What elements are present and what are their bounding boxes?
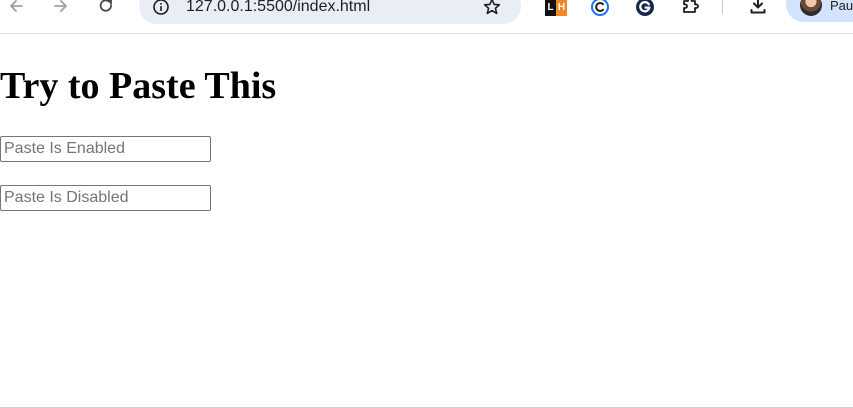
forward-arrow-icon[interactable] bbox=[50, 0, 72, 17]
page-content: Try to Paste This bbox=[0, 35, 853, 407]
avatar bbox=[800, 0, 822, 16]
paste-enabled-input[interactable] bbox=[0, 136, 211, 162]
c-extension-icon[interactable] bbox=[589, 0, 611, 18]
bookmark-star-icon[interactable] bbox=[481, 0, 503, 18]
lh-extension-icon[interactable]: L H bbox=[545, 0, 567, 16]
profile-name: Pau bbox=[830, 0, 853, 13]
reload-icon[interactable] bbox=[95, 0, 117, 17]
toolbar-divider bbox=[722, 0, 723, 14]
page-heading: Try to Paste This bbox=[0, 65, 277, 107]
paste-disabled-input[interactable] bbox=[0, 185, 211, 211]
download-icon[interactable] bbox=[747, 0, 769, 17]
lh-extension-letter-h: H bbox=[556, 0, 567, 16]
site-info-icon[interactable] bbox=[151, 0, 171, 17]
url-text[interactable]: 127.0.0.1:5500/index.html bbox=[186, 0, 370, 16]
back-arrow-icon[interactable] bbox=[5, 0, 27, 17]
browser-toolbar: 127.0.0.1:5500/index.html L H Pau bbox=[0, 0, 853, 34]
profile-button[interactable]: Pau bbox=[786, 0, 853, 22]
extensions-puzzle-icon[interactable] bbox=[679, 0, 701, 17]
g-extension-icon[interactable] bbox=[634, 0, 656, 18]
lh-extension-letter-l: L bbox=[545, 0, 556, 16]
address-bar[interactable]: 127.0.0.1:5500/index.html bbox=[139, 0, 521, 24]
